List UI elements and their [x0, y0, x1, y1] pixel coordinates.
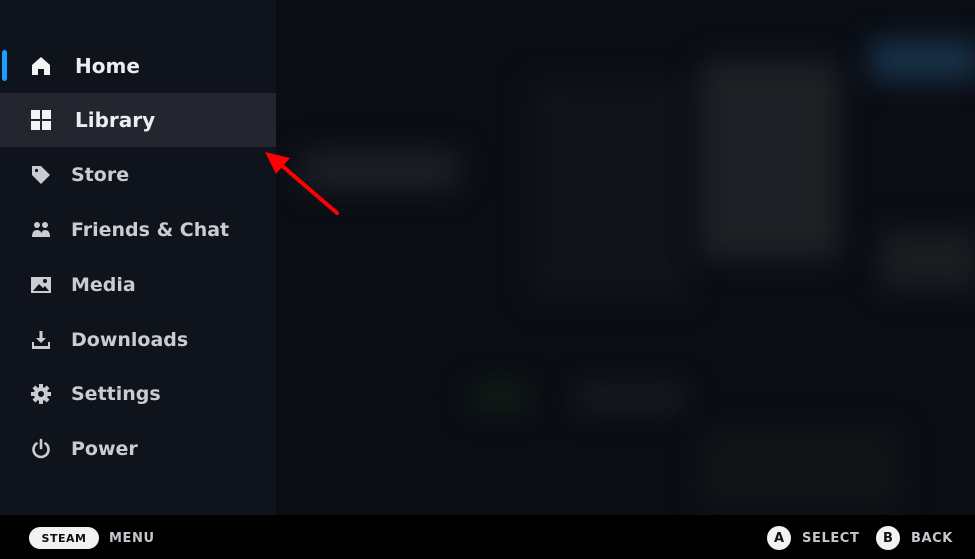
blurred-content	[880, 230, 975, 290]
sidebar-item-label: Store	[71, 164, 130, 186]
a-button-glyph[interactable]: A	[767, 526, 791, 550]
blurred-content	[530, 80, 690, 300]
image-icon	[30, 274, 52, 296]
blurred-content	[470, 385, 530, 410]
sidebar-item-friends-chat[interactable]: Friends & Chat	[0, 203, 276, 257]
sidebar-item-label: Friends & Chat	[71, 219, 230, 241]
blurred-content	[700, 430, 900, 510]
b-button-glyph[interactable]: B	[876, 526, 900, 550]
back-hint: BACK	[911, 531, 953, 546]
sidebar-item-store[interactable]: Store	[0, 148, 276, 202]
sidebar-item-home[interactable]: Home	[0, 39, 276, 93]
controller-hint-bar: STEAM MENU A SELECT B BACK	[0, 515, 975, 559]
sidebar-item-label: Library	[75, 108, 156, 132]
blurred-content	[870, 40, 975, 80]
friends-icon	[30, 219, 52, 241]
main-menu-sidebar: Home Library Store Friends & Chat Media …	[0, 0, 276, 515]
download-icon	[30, 329, 52, 351]
steam-button-glyph[interactable]: STEAM	[29, 527, 99, 549]
gear-icon	[30, 383, 52, 405]
sidebar-item-label: Settings	[71, 383, 161, 405]
steam-menu-hint: MENU	[109, 531, 155, 546]
sidebar-item-downloads[interactable]: Downloads	[0, 313, 276, 367]
tag-icon	[30, 164, 52, 186]
blurred-content	[300, 150, 460, 190]
sidebar-item-settings[interactable]: Settings	[0, 367, 276, 421]
sidebar-item-label: Media	[71, 274, 136, 296]
select-hint: SELECT	[802, 531, 860, 546]
sidebar-item-library[interactable]: Library	[0, 93, 276, 147]
sidebar-item-power[interactable]: Power	[0, 422, 276, 476]
sidebar-item-label: Downloads	[71, 329, 189, 351]
sidebar-item-label: Home	[75, 54, 140, 78]
sidebar-item-media[interactable]: Media	[0, 258, 276, 312]
blurred-content	[575, 385, 685, 410]
home-icon	[30, 55, 52, 77]
sidebar-item-label: Power	[71, 438, 138, 460]
power-icon	[30, 438, 52, 460]
library-grid-icon	[30, 109, 52, 131]
blurred-content	[700, 60, 840, 260]
